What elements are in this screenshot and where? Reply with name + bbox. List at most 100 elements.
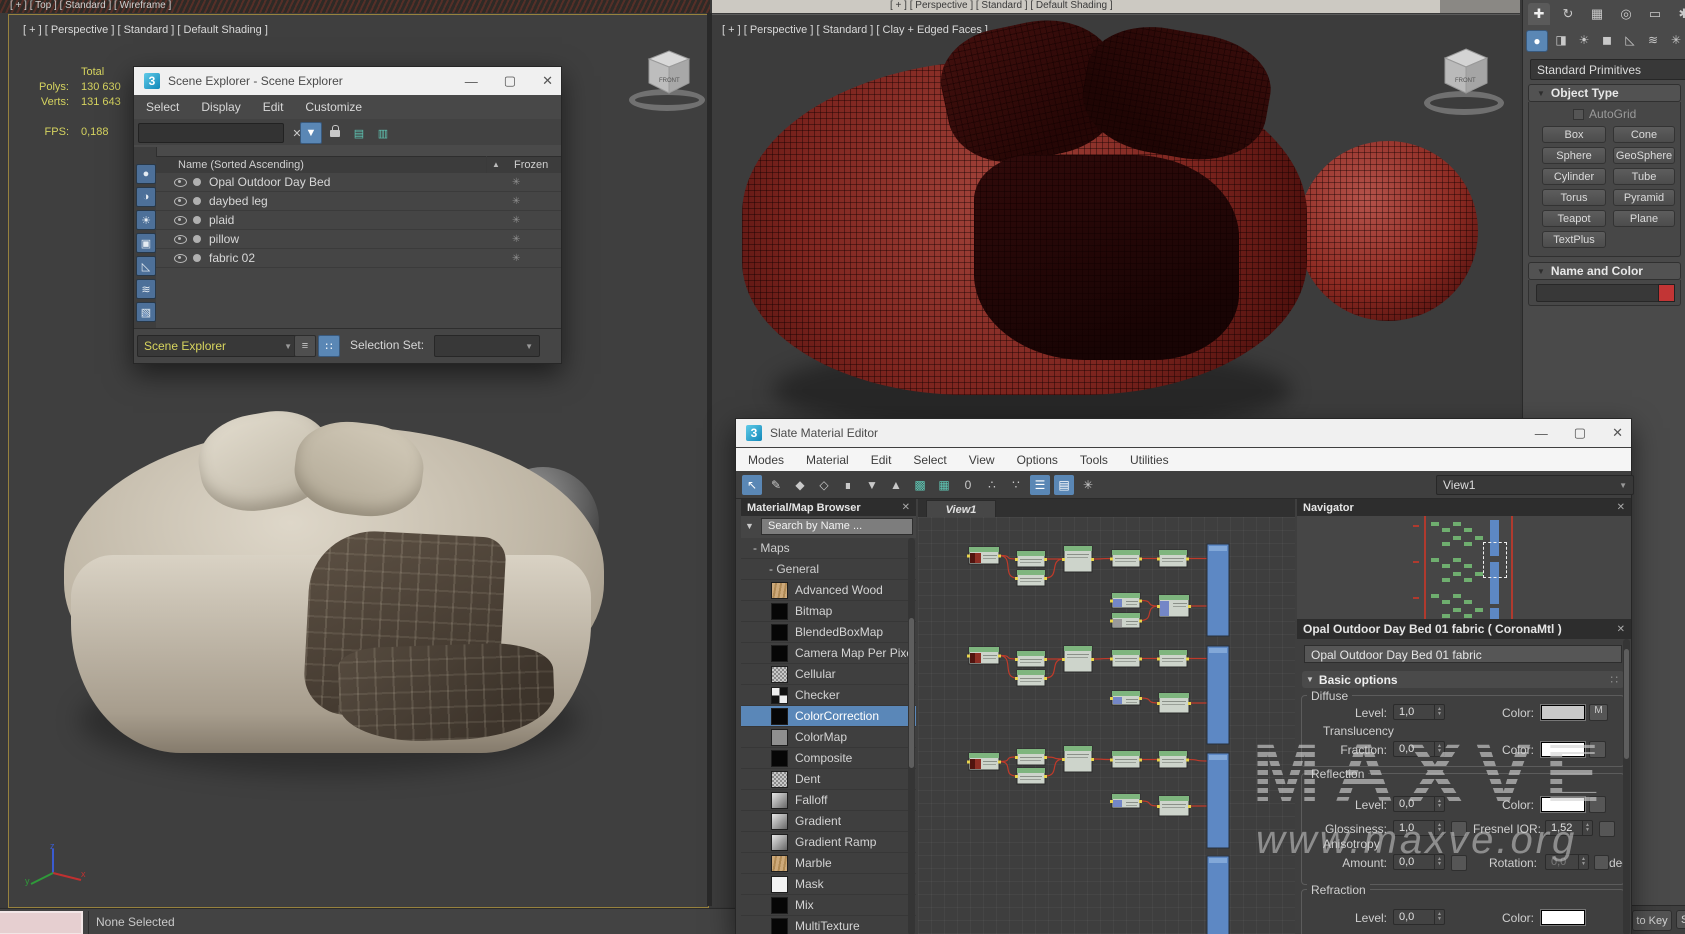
- layout-children-icon[interactable]: ∵: [1006, 475, 1026, 495]
- layout-all-vertical-icon[interactable]: ∴: [982, 475, 1002, 495]
- map-item-row[interactable]: Mask: [741, 874, 916, 895]
- glossiness-map-button[interactable]: [1451, 821, 1467, 837]
- node-graph-canvas[interactable]: [918, 517, 1295, 934]
- helpers-icon[interactable]: ◺: [1620, 30, 1640, 50]
- close-icon[interactable]: ✕: [902, 502, 910, 513]
- selection-dot-icon[interactable]: [193, 216, 201, 224]
- select-children-icon[interactable]: ▤: [348, 122, 370, 144]
- display-helpers-icon[interactable]: ◺: [136, 256, 156, 276]
- refraction-level-spinner[interactable]: 0,0▲▼: [1393, 909, 1445, 925]
- maximize-button[interactable]: ▢: [1574, 425, 1586, 441]
- map-group-row[interactable]: - General: [741, 559, 916, 580]
- map-item-row[interactable]: Gradient: [741, 811, 916, 832]
- material-node-slab[interactable]: [1207, 753, 1229, 848]
- scene-object-row[interactable]: daybed leg✳: [156, 192, 561, 211]
- display-lights-icon[interactable]: ☀: [136, 210, 156, 230]
- object-name-field[interactable]: [1536, 284, 1668, 302]
- viewport-label[interactable]: [ + ] [ Perspective ] [ Standard ] [ Cla…: [722, 24, 988, 36]
- cameras-icon[interactable]: ◼: [1597, 30, 1617, 50]
- cone-button[interactable]: Cone: [1613, 126, 1675, 143]
- map-item-row[interactable]: BlendedBoxMap: [741, 622, 916, 643]
- slate-material-editor-window[interactable]: 3 Slate Material Editor — ▢ ✕ ModesMater…: [735, 418, 1632, 934]
- view1-tab[interactable]: View1: [926, 500, 996, 518]
- viewcube[interactable]: FRONT: [629, 49, 709, 119]
- column-name-header[interactable]: Name (Sorted Ascending): [178, 159, 304, 171]
- motion-tab-icon[interactable]: ◎: [1615, 3, 1637, 25]
- cylinder-button[interactable]: Cylinder: [1542, 168, 1606, 185]
- scene-object-row[interactable]: Opal Outdoor Day Bed✳: [156, 173, 561, 192]
- visibility-eye-icon[interactable]: [174, 197, 187, 206]
- map-item-row[interactable]: Falloff: [741, 790, 916, 811]
- close-button[interactable]: ✕: [542, 73, 553, 89]
- teapot-button[interactable]: Teapot: [1542, 210, 1606, 227]
- utilities-tab-icon[interactable]: ✱: [1673, 3, 1685, 25]
- map-item-row[interactable]: Bitmap: [741, 601, 916, 622]
- node-wire[interactable]: [1140, 801, 1159, 806]
- viewcube[interactable]: FRONT: [1424, 47, 1508, 121]
- minimize-button[interactable]: —: [465, 74, 478, 89]
- object-color-swatch[interactable]: [1658, 284, 1675, 302]
- node-wire[interactable]: [1045, 559, 1064, 578]
- menu-edit[interactable]: Edit: [263, 100, 284, 114]
- menu-view[interactable]: View: [969, 453, 995, 467]
- map-item-row[interactable]: Advanced Wood: [741, 580, 916, 601]
- auto-key-button[interactable]: to Key: [1632, 910, 1672, 931]
- systems-icon[interactable]: ✳: [1666, 30, 1685, 50]
- material-name-field[interactable]: Opal Outdoor Day Bed 01 fabric: [1304, 645, 1622, 663]
- scene-object-row[interactable]: fabric 02✳: [156, 249, 561, 268]
- map-item-row[interactable]: ColorMap: [741, 727, 916, 748]
- display-hierarchy-button[interactable]: ∷: [318, 335, 340, 357]
- autogrid-checkbox[interactable]: [1573, 109, 1584, 120]
- lock-selection-icon[interactable]: [324, 122, 346, 144]
- torus-button[interactable]: Torus: [1542, 189, 1606, 206]
- scene-explorer-titlebar[interactable]: 3 Scene Explorer - Scene Explorer — ▢ ✕: [134, 67, 561, 95]
- maximize-button[interactable]: ▢: [504, 73, 516, 89]
- node-wire[interactable]: [999, 762, 1017, 777]
- filter-funnel-icon[interactable]: ▼: [300, 122, 322, 144]
- refraction-color-swatch[interactable]: [1541, 910, 1585, 925]
- diffuse-color-swatch[interactable]: [1541, 705, 1585, 720]
- frozen-icon[interactable]: ✳: [512, 215, 520, 226]
- reflection-map-button[interactable]: [1589, 796, 1606, 813]
- glossiness-spinner[interactable]: 1,0▲▼: [1393, 820, 1445, 836]
- create-tab-icon[interactable]: ✚: [1528, 3, 1550, 25]
- node-wire[interactable]: [1045, 659, 1064, 678]
- select-tool-icon[interactable]: ↖: [742, 475, 762, 495]
- slate-titlebar[interactable]: 3 Slate Material Editor — ▢ ✕: [736, 419, 1631, 447]
- geometry-icon[interactable]: ●: [1526, 30, 1548, 52]
- set-key-button[interactable]: S: [1676, 910, 1685, 929]
- diffuse-map-button[interactable]: M: [1589, 704, 1608, 721]
- visibility-eye-icon[interactable]: [174, 216, 187, 225]
- menu-utilities[interactable]: Utilities: [1130, 453, 1169, 467]
- visibility-eye-icon[interactable]: [174, 254, 187, 263]
- plane-button[interactable]: Plane: [1613, 210, 1675, 227]
- tube-button[interactable]: Tube: [1613, 168, 1675, 185]
- display-spacewarps-icon[interactable]: ≋: [136, 279, 156, 299]
- selection-dot-icon[interactable]: [193, 254, 201, 262]
- frozen-icon[interactable]: ✳: [512, 234, 520, 245]
- selection-dot-icon[interactable]: [193, 235, 201, 243]
- viewport-label[interactable]: [ + ] [ Perspective ] [ Standard ] [ Def…: [23, 24, 268, 36]
- fresnel-map-button[interactable]: [1599, 821, 1615, 837]
- menu-tools[interactable]: Tools: [1080, 453, 1108, 467]
- node-wire[interactable]: [1187, 760, 1207, 762]
- node-wire[interactable]: [1140, 698, 1159, 703]
- explorer-selector-dropdown[interactable]: Scene Explorer ▼: [137, 335, 299, 357]
- scrollbar-thumb[interactable]: [909, 618, 914, 768]
- material-node-slab[interactable]: [1207, 856, 1229, 934]
- name-color-rollout[interactable]: ▼ Name and Color: [1528, 262, 1681, 280]
- viewport-divider[interactable]: [707, 13, 712, 906]
- rail-expander[interactable]: »: [142, 309, 148, 321]
- close-icon[interactable]: ✕: [1617, 624, 1625, 635]
- map-item-row[interactable]: ColorCorrection: [741, 706, 916, 727]
- show-parameter-rollout-icon[interactable]: ☰: [1030, 475, 1050, 495]
- map-item-row[interactable]: Composite: [741, 748, 916, 769]
- view-selector-dropdown[interactable]: View1 ▼: [1436, 475, 1634, 495]
- material-map-browser-header[interactable]: Material/Map Browser ✕: [741, 499, 916, 516]
- search-input[interactable]: [138, 123, 284, 143]
- map-item-row[interactable]: MultiTexture: [741, 916, 916, 934]
- menu-edit[interactable]: Edit: [871, 453, 892, 467]
- selection-dot-icon[interactable]: [193, 197, 201, 205]
- map-item-row[interactable]: Mix: [741, 895, 916, 916]
- material-params-header[interactable]: Opal Outdoor Day Bed 01 fabric ( CoronaM…: [1297, 619, 1631, 639]
